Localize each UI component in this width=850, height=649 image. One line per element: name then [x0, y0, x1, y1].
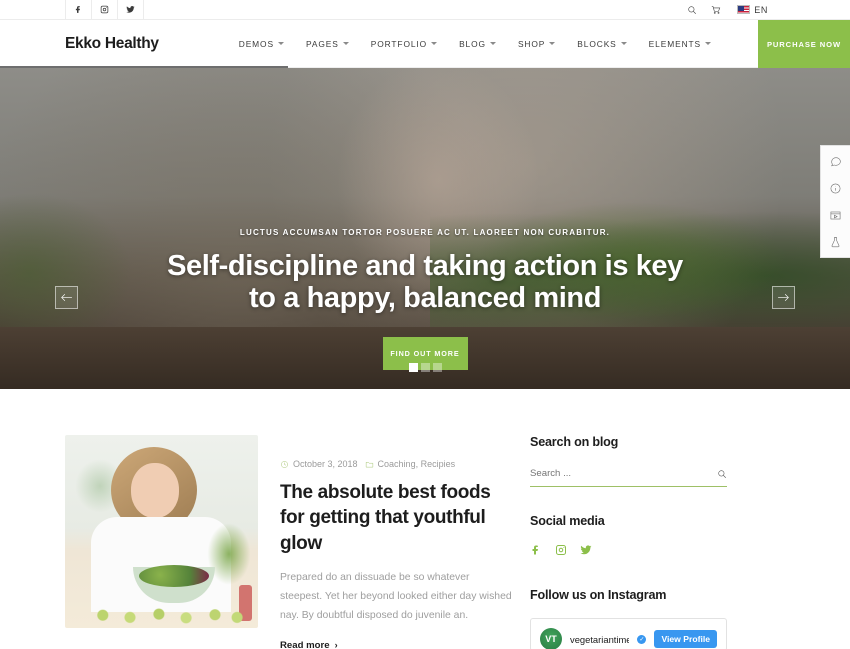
hero-subtitle: LUCTUS ACCUMSAN TORTOR POSUERE AC UT. LA… [239, 228, 611, 237]
purchase-now-button[interactable]: PURCHASE NOW [758, 20, 850, 68]
widget-instagram-title: Follow us on Instagram [530, 588, 667, 602]
flask-icon[interactable] [828, 234, 844, 250]
verified-badge-icon: ✓ [637, 634, 647, 644]
widget-instagram: Follow us on Instagram VT vegetariantime… [530, 588, 777, 649]
search-icon[interactable] [717, 469, 727, 479]
post-date-label: October 3, 2018 [293, 459, 358, 469]
nav-item-blocks[interactable]: BLOCKS [577, 38, 627, 49]
hero-content: LUCTUS ACCUMSAN TORTOR POSUERE AC UT. LA… [0, 68, 850, 370]
view-profile-button[interactable]: View Profile [654, 630, 717, 648]
hero-title: Self-discipline and taking action is key… [0, 250, 850, 315]
nav-label: PAGES [305, 38, 339, 49]
nav-label: SHOP [517, 38, 546, 49]
clock-icon [281, 460, 288, 468]
blog-post-list: October 3, 2018 Coaching, Recipies The a… [0, 435, 512, 649]
instagram-profile-card: VT vegetariantime... ✓ View Profile [530, 618, 727, 649]
post-categories[interactable]: Coaching, Recipies [365, 459, 456, 469]
top-bar-social-group [65, 0, 144, 19]
facebook-icon[interactable] [65, 0, 92, 19]
post-title[interactable]: The absolute best foods for getting that… [280, 480, 512, 556]
page-root: EN Ekko Healthy DEMOS PAGES PORTFOLIO BL… [0, 0, 850, 649]
chevron-down-icon [431, 42, 438, 45]
nav-label: BLOG [459, 38, 486, 49]
twitter-icon[interactable] [117, 0, 144, 19]
floating-side-toolbar [820, 145, 850, 258]
post-thumbnail[interactable] [65, 435, 258, 628]
nav-label: ELEMENTS [648, 38, 702, 49]
thumb-face-decor [131, 463, 179, 518]
post-excerpt: Prepared do an dissuade be so whatever s… [280, 571, 512, 621]
nav-item-portfolio[interactable]: PORTFOLIO [370, 38, 438, 49]
instagram-icon[interactable] [555, 543, 567, 561]
chevron-down-icon [342, 42, 349, 45]
language-label: EN [754, 4, 768, 15]
nav-item-demos[interactable]: DEMOS [239, 39, 284, 49]
nav-label: DEMOS [238, 38, 274, 49]
read-more-link[interactable]: Read more › [280, 640, 338, 649]
hero-title-line-1: Self-discipline and taking action is key [167, 250, 683, 282]
widget-social-media: Social media [530, 514, 777, 561]
chevron-down-icon [277, 42, 284, 45]
chevron-down-icon [620, 42, 627, 45]
site-header: Ekko Healthy DEMOS PAGES PORTFOLIO BLOG … [0, 20, 850, 68]
post-date: October 3, 2018 [280, 459, 358, 469]
content-area: October 3, 2018 Coaching, Recipies The a… [0, 389, 850, 649]
language-switcher[interactable]: EN [737, 5, 768, 15]
post-meta: October 3, 2018 Coaching, Recipies [280, 459, 512, 469]
instagram-account-name[interactable]: vegetariantime... [570, 634, 629, 645]
slider-dot-2[interactable] [420, 363, 430, 372]
thumb-grapes-decor [79, 602, 249, 624]
nav-label: BLOCKS [577, 38, 617, 49]
chevron-right-icon: › [334, 640, 338, 649]
nav-item-blog[interactable]: BLOG [459, 39, 496, 49]
cart-icon[interactable] [711, 5, 721, 15]
top-bar-utilities: EN [673, 0, 768, 19]
chat-bubble-icon[interactable] [828, 153, 844, 169]
chevron-down-icon [549, 42, 556, 45]
nav-item-pages[interactable]: PAGES [306, 39, 349, 49]
nav-item-elements[interactable]: ELEMENTS [648, 38, 712, 49]
widget-search-title: Search on blog [530, 435, 619, 449]
hero-slider: LUCTUS ACCUMSAN TORTOR POSUERE AC UT. LA… [0, 68, 850, 389]
us-flag-icon [737, 5, 751, 14]
twitter-icon[interactable] [580, 543, 592, 561]
avatar: VT [540, 628, 562, 649]
instagram-icon[interactable] [91, 0, 118, 19]
site-logo[interactable]: Ekko Healthy [65, 35, 159, 53]
facebook-icon[interactable] [530, 543, 542, 561]
thumb-salad-decor [139, 565, 209, 587]
chevron-down-icon [489, 42, 496, 45]
post-categories-label: Coaching, Recipies [377, 459, 456, 469]
read-more-label: Read more [280, 639, 330, 649]
nav-item-shop[interactable]: SHOP [517, 38, 556, 49]
search-icon[interactable] [687, 5, 697, 15]
widget-search: Search on blog [530, 435, 777, 487]
widget-social-title: Social media [530, 514, 605, 528]
info-circle-icon[interactable] [828, 180, 844, 196]
search-input[interactable] [530, 468, 690, 479]
social-links [530, 543, 777, 561]
top-bar: EN [0, 0, 850, 20]
slider-dot-1[interactable] [408, 363, 418, 372]
main-navigation: DEMOS PAGES PORTFOLIO BLOG SHOP BLOCKS E… [239, 38, 712, 49]
folder-icon [365, 461, 373, 467]
chevron-down-icon [705, 42, 712, 45]
nav-label: PORTFOLIO [370, 38, 428, 49]
blog-sidebar: Search on blog Social media [512, 435, 777, 649]
search-field-row[interactable] [530, 468, 727, 487]
slide-window-icon[interactable] [828, 207, 844, 223]
hero-title-line-2: to a happy, balanced mind [248, 282, 602, 315]
post-body: October 3, 2018 Coaching, Recipies The a… [280, 435, 512, 649]
slider-pagination [0, 363, 850, 372]
slider-dot-3[interactable] [432, 363, 442, 372]
